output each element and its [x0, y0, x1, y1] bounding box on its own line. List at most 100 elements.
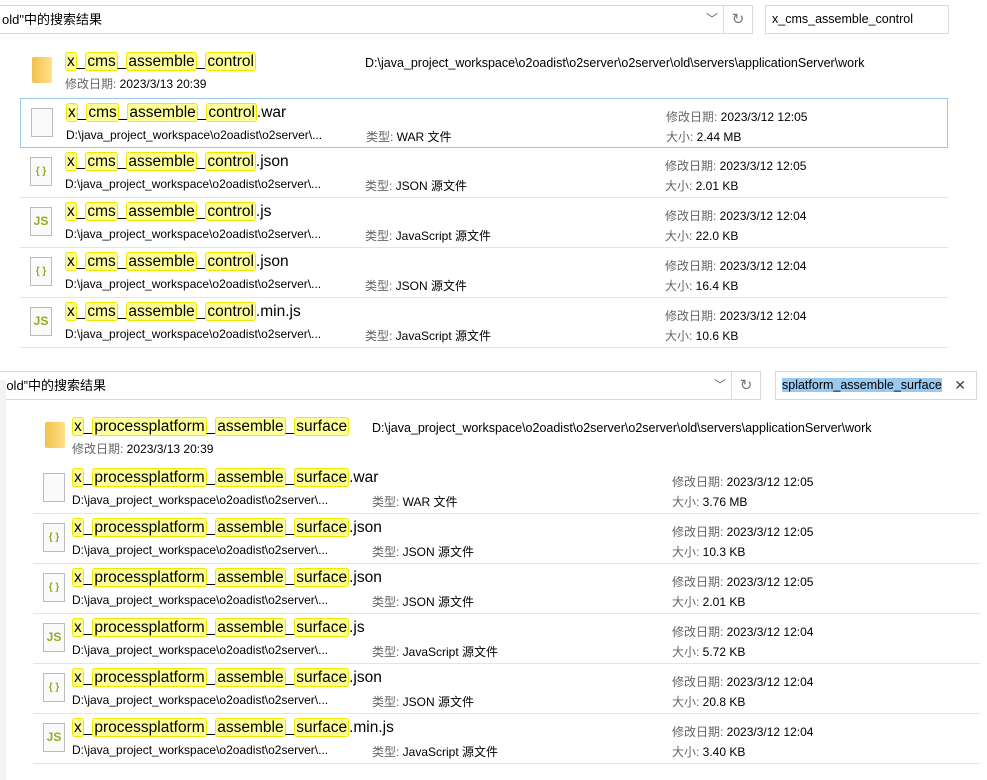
- size-label: 大小:: [672, 545, 703, 559]
- search-highlight: assemble: [126, 202, 197, 221]
- search-highlight: x: [65, 252, 77, 271]
- type-label: 类型:: [365, 229, 396, 243]
- search-highlight: x: [66, 103, 78, 122]
- folder-result[interactable]: x _ cms _ assemble _ control 修改日期: 2023/3/13 20…: [20, 45, 948, 95]
- search-highlight: cms: [85, 252, 118, 271]
- refresh-button[interactable]: ↻: [731, 371, 760, 400]
- refresh-button[interactable]: ↻: [723, 5, 752, 34]
- type-label: 类型:: [365, 179, 396, 193]
- size-value: 3.76 MB: [702, 495, 748, 509]
- folder-path: D:\java_project_workspace\o2oadist\o2ser…: [365, 56, 865, 70]
- file-name: x _ processplatform _ assemble _ surface: [72, 417, 350, 436]
- search-input[interactable]: splatform_assemble_surface ✕: [775, 371, 977, 400]
- date-value: 2023/3/12 12:05: [726, 525, 814, 539]
- address-bar[interactable]: old"中的搜索结果 ﹀ ↻: [0, 5, 753, 34]
- date-value: 2023/3/12 12:05: [720, 110, 808, 124]
- date-label: 修改日期:: [665, 159, 720, 173]
- json-file-icon: { }: [43, 573, 65, 602]
- file-result-row[interactable]: JS x _ cms _ assemble _ control .min.js D:\java_p…: [20, 298, 948, 348]
- file-size: 大小: 3.40 KB: [672, 743, 745, 760]
- file-type: 类型: JavaScript 源文件: [365, 227, 491, 244]
- address-text: old"中的搜索结果: [2, 12, 102, 27]
- navigation-pane-edge: [0, 380, 6, 780]
- search-highlight: assemble: [126, 302, 197, 321]
- js-file-icon: JS: [43, 723, 65, 752]
- js-file-icon: JS: [30, 307, 52, 336]
- search-highlight: x: [72, 668, 84, 687]
- file-result-row[interactable]: { } x _ cms _ assemble _ control .json D:\java_pr…: [20, 248, 948, 298]
- search-highlight: assemble: [215, 718, 286, 737]
- file-result-row[interactable]: x _ processplatform _ assemble _ surface .war D:…: [33, 464, 980, 514]
- file-result-row[interactable]: JS x _ processplatform _ assemble _ surface .min…: [33, 714, 980, 764]
- file-icon: [43, 473, 65, 502]
- chevron-down-icon[interactable]: ﹀: [706, 6, 718, 33]
- type-value: JSON 源文件: [402, 595, 475, 609]
- search-highlight: assemble: [215, 417, 286, 436]
- search-highlight: control: [205, 152, 256, 171]
- date-label: 修改日期:: [672, 675, 727, 689]
- type-label: 类型:: [372, 745, 403, 759]
- file-date: 修改日期: 2023/3/12 12:04: [672, 673, 813, 690]
- search-input[interactable]: x_cms_assemble_control: [765, 5, 949, 34]
- search-highlight: surface: [294, 618, 350, 637]
- file-result-row[interactable]: { } x _ processplatform _ assemble _ surface .js…: [33, 514, 980, 564]
- type-label: 类型:: [365, 279, 396, 293]
- file-result-row[interactable]: JS x _ processplatform _ assemble _ surface .js D…: [33, 614, 980, 664]
- search-highlight: processplatform: [92, 568, 207, 587]
- file-date: 修改日期: 2023/3/12 12:04: [665, 257, 806, 274]
- date-value: 2023/3/12 12:04: [726, 675, 814, 689]
- file-name: x _ cms _ assemble _ control .json: [65, 152, 289, 171]
- search-highlight: x: [65, 302, 77, 321]
- clear-search-icon[interactable]: ✕: [954, 372, 966, 399]
- search-highlight: cms: [85, 52, 118, 71]
- folder-result[interactable]: x _ processplatform _ assemble _ surface 修改日期: …: [33, 410, 980, 460]
- address-bar[interactable]: “old”中的搜索结果 ﹀ ↻: [0, 371, 761, 400]
- file-type: 类型: JavaScript 源文件: [372, 743, 498, 760]
- search-highlight: x: [65, 202, 77, 221]
- json-file-icon: { }: [30, 157, 52, 186]
- search-highlight: x: [65, 52, 77, 71]
- search-highlight: assemble: [215, 468, 286, 487]
- search-highlight: assemble: [126, 152, 197, 171]
- size-value: 16.4 KB: [695, 279, 739, 293]
- json-file-icon: { }: [30, 257, 52, 286]
- size-value: 22.0 KB: [695, 229, 739, 243]
- type-label: 类型:: [372, 695, 403, 709]
- search-highlight: x: [72, 568, 84, 587]
- folder-date: 修改日期: 2023/3/13 20:39: [65, 77, 207, 91]
- file-date: 修改日期: 2023/3/12 12:05: [665, 157, 806, 174]
- type-value: WAR 文件: [402, 495, 458, 509]
- size-label: 大小:: [665, 179, 696, 193]
- search-highlight: assemble: [215, 668, 286, 687]
- date-value: 2023/3/12 12:05: [719, 159, 807, 173]
- search-highlight: assemble: [126, 252, 197, 271]
- file-result-row[interactable]: { } x _ cms _ assemble _ control .json D:\java_pr…: [20, 148, 948, 198]
- size-label: 大小:: [666, 130, 697, 144]
- type-label: 类型:: [365, 329, 396, 343]
- size-label: 大小:: [665, 279, 696, 293]
- file-date: 修改日期: 2023/3/12 12:04: [665, 307, 806, 324]
- search-highlight: control: [205, 302, 256, 321]
- size-label: 大小:: [672, 745, 703, 759]
- file-name: x _ processplatform _ assemble _ surface .json: [72, 668, 382, 687]
- file-size: 大小: 22.0 KB: [665, 227, 738, 244]
- type-value: JavaScript 源文件: [395, 229, 492, 243]
- file-result-row[interactable]: x _ cms _ assemble _ control .war D:\java_projec…: [20, 98, 948, 148]
- date-label: 修改日期:: [672, 725, 727, 739]
- file-result-row[interactable]: JS x _ cms _ assemble _ control .js D:\java_proje…: [20, 198, 948, 248]
- search-text: x_cms_assemble_control: [772, 12, 914, 26]
- file-result-row[interactable]: { } x _ processplatform _ assemble _ surface .js…: [33, 664, 980, 714]
- bottom-search-window: “old”中的搜索结果 ﹀ ↻ splatform_assemble_surfa…: [0, 366, 987, 780]
- file-result-row[interactable]: { } x _ processplatform _ assemble _ surface .js…: [33, 564, 980, 614]
- folder-icon: [45, 422, 65, 448]
- type-label: 类型:: [366, 130, 397, 144]
- file-type: 类型: JSON 源文件: [365, 177, 467, 194]
- file-type: 类型: WAR 文件: [372, 493, 458, 510]
- date-label: 修改日期:: [672, 575, 727, 589]
- chevron-down-icon[interactable]: ﹀: [714, 372, 726, 399]
- js-file-icon: JS: [30, 207, 52, 236]
- file-path: D:\java_project_workspace\o2oadist\o2ser…: [65, 277, 322, 291]
- folder-path: D:\java_project_workspace\o2oadist\o2ser…: [372, 421, 872, 435]
- date-label: 修改日期:: [672, 525, 727, 539]
- file-type: 类型: JSON 源文件: [365, 277, 467, 294]
